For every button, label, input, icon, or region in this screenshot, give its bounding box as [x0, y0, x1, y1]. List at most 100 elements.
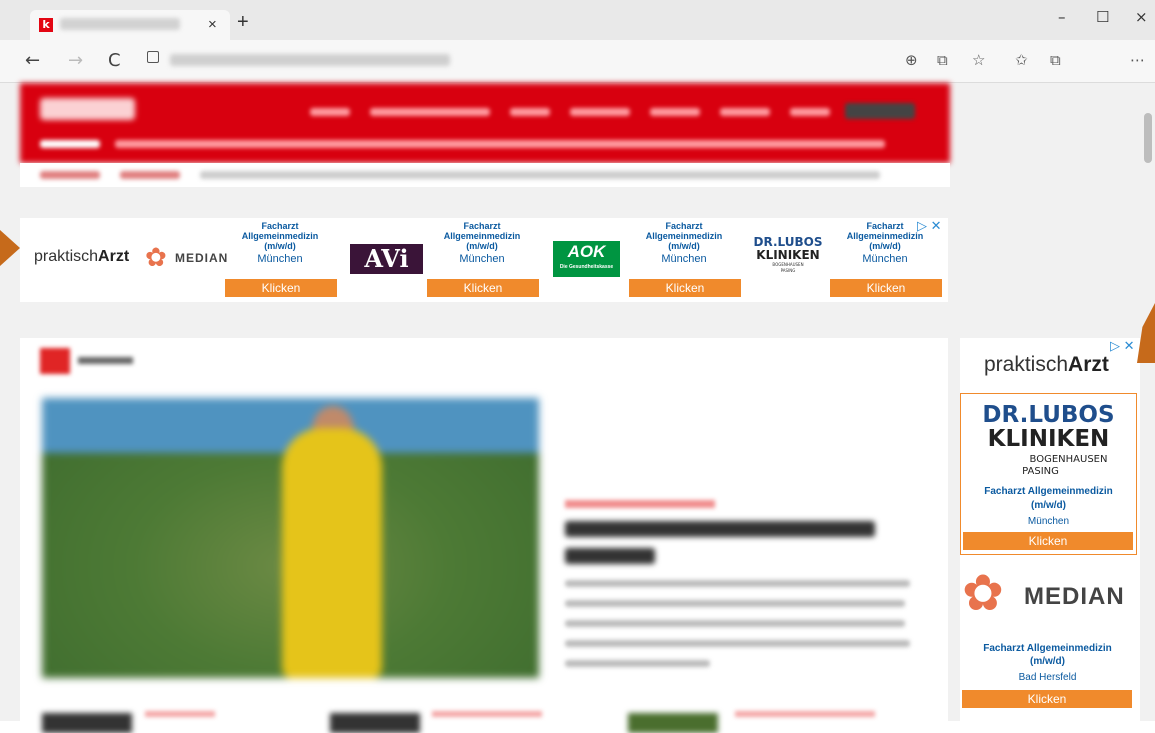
site-logo[interactable] [40, 98, 135, 120]
job-title: Facharzt Allgemeinmedizin [983, 643, 1112, 654]
ad-job-cell[interactable]: Facharzt Allgemeinmedizin (m/w/d) Münche… [427, 221, 537, 265]
login-button[interactable] [845, 103, 915, 119]
subnav-item[interactable] [120, 171, 180, 179]
maximize-button[interactable]: ☐ [1096, 8, 1109, 26]
sub-navigation [20, 163, 950, 187]
ad-job-title: Allgemeinmedizin [241, 231, 319, 241]
ad-click-button[interactable]: Klicken [427, 279, 539, 297]
tab-title-blurred [60, 18, 180, 30]
drlubos-line1: DR.LUBOS [982, 402, 1115, 428]
teaser-kicker-blurred [735, 711, 875, 717]
job-title: Facharzt Allgemeinmedizin [984, 486, 1113, 497]
aok-label: AOK [567, 242, 606, 261]
drlubos-line2: KLINIKEN [756, 248, 820, 262]
teaser-thumbnail[interactable] [42, 713, 132, 733]
drlubos-line4: PASING [780, 268, 796, 273]
teaser-thumbnail[interactable] [330, 713, 420, 733]
article-teaser-blurred [565, 580, 910, 587]
nav-item[interactable] [570, 108, 630, 116]
subnav-items[interactable] [200, 171, 880, 179]
favorite-star-icon[interactable]: ☆ [972, 51, 985, 69]
article-teaser-blurred [565, 600, 905, 607]
drlubos-line2: KLINIKEN [987, 426, 1110, 452]
forward-arrow-icon[interactable]: → [68, 50, 83, 71]
address-bar: ← → C ⊕ ⧉ ☆ ✩ ⧉ ⋯ [0, 40, 1155, 83]
median-logo: MEDIAN [1024, 583, 1125, 610]
browser-tab[interactable]: k × [30, 10, 230, 40]
drlubos-job-ad[interactable]: DR.LUBOS KLINIKEN BOGENHAUSEN PASING Fac… [960, 393, 1137, 555]
hero-image[interactable] [42, 398, 539, 678]
adchoices-icon[interactable]: ▷ ✕ [917, 218, 942, 234]
new-tab-button[interactable]: + [237, 12, 249, 32]
ad-job-city: München [661, 253, 707, 265]
ad-click-button[interactable]: Klicken [963, 532, 1133, 550]
reload-icon[interactable]: C [108, 50, 121, 71]
median-logo-icon: ✿ [962, 565, 1004, 621]
teaser-thumbnail[interactable] [628, 713, 718, 733]
ad-job-title: Facharzt [261, 221, 299, 231]
back-arrow-icon[interactable]: ← [25, 50, 40, 71]
top-banner-ad[interactable]: praktischArzt ✿ MEDIAN Facharzt Allgemei… [20, 218, 948, 302]
article-headline-blurred[interactable] [565, 548, 655, 564]
teaser-kicker-blurred [145, 711, 215, 717]
more-menu-icon[interactable]: ⋯ [1130, 51, 1145, 69]
job-city: München [1027, 516, 1070, 527]
job-gender: (m/w/d) [1031, 500, 1066, 511]
side-skyscraper-ad[interactable]: ▷ ✕ praktischArzt DR.LUBOS KLINIKEN BOGE… [960, 338, 1140, 721]
nav-item[interactable] [790, 108, 830, 116]
url-input-blurred[interactable] [170, 54, 450, 66]
tab-bar: k × + – ☐ × [0, 0, 1155, 40]
drlubos-line4: PASING [1022, 466, 1059, 477]
adchoices-icon[interactable]: ▷ ✕ [1110, 338, 1135, 354]
minimize-button[interactable]: – [1058, 8, 1066, 26]
collections-icon[interactable]: ⧉ [1050, 51, 1061, 69]
ad-click-button[interactable]: Klicken [225, 279, 337, 297]
drlubos-logo: DR.LUBOS KLINIKEN BOGENHAUSEN PASING [748, 236, 828, 274]
article-teaser-blurred [565, 620, 905, 627]
favorites-list-icon[interactable]: ✩ [1015, 51, 1028, 69]
aok-subtitle: Die Gesundheitskasse [559, 264, 614, 270]
ad-job-title: Allgemeinmedizin [443, 231, 521, 241]
close-window-button[interactable]: × [1135, 8, 1148, 26]
nav-item[interactable] [510, 108, 550, 116]
job-city: Bad Hersfeld [1018, 672, 1077, 683]
web-page: praktischArzt ✿ MEDIAN Facharzt Allgemei… [0, 83, 1155, 733]
kicker-favicon-icon: k [39, 18, 53, 32]
aok-logo: AOK Die Gesundheitskasse [553, 241, 620, 277]
ad-click-button[interactable]: Klicken [629, 279, 741, 297]
section-label-blurred [78, 357, 133, 364]
main-nav-item[interactable] [40, 140, 100, 148]
ad-job-cell[interactable]: Facharzt Allgemeinmedizin (m/w/d) Münche… [629, 221, 739, 265]
article-headline-blurred[interactable] [565, 521, 875, 537]
reader-view-icon[interactable]: ⧉ [937, 51, 948, 69]
section-icon [40, 348, 70, 374]
median-logo-icon: ✿ [145, 242, 167, 272]
ad-job-cell[interactable]: Facharzt Allgemeinmedizin (m/w/d) Münche… [225, 221, 335, 265]
ad-job-gender: (m/w/d) [466, 241, 498, 251]
job-gender: (m/w/d) [1030, 656, 1065, 667]
nav-item[interactable] [650, 108, 700, 116]
nav-item[interactable] [370, 108, 490, 116]
ad-job-gender: (m/w/d) [869, 241, 901, 251]
article-teaser-blurred [565, 660, 710, 667]
left-arrow-indicator [0, 230, 20, 266]
ad-job-title: Facharzt [463, 221, 501, 231]
ad-click-button[interactable]: Klicken [962, 690, 1132, 708]
subnav-item[interactable] [40, 171, 100, 179]
add-icon[interactable]: ⊕ [905, 51, 918, 69]
drlubos-line3: BOGENHAUSEN [1029, 454, 1108, 465]
nav-item[interactable] [720, 108, 770, 116]
scrollbar-thumb[interactable] [1144, 113, 1152, 163]
lock-icon[interactable] [147, 51, 159, 63]
teaser-kicker-blurred [432, 711, 542, 717]
nav-item[interactable] [310, 108, 350, 116]
main-nav-items[interactable] [115, 140, 885, 148]
ad-job-title: Facharzt [665, 221, 703, 231]
hero-player-body [282, 428, 382, 678]
article-teaser-blurred [565, 640, 910, 647]
tab-close-icon[interactable]: × [208, 16, 217, 33]
site-header [20, 83, 950, 163]
ad-click-button[interactable]: Klicken [830, 279, 942, 297]
praktischarzt-logo: praktischArzt [984, 353, 1109, 376]
scrollbar[interactable] [1140, 83, 1155, 721]
